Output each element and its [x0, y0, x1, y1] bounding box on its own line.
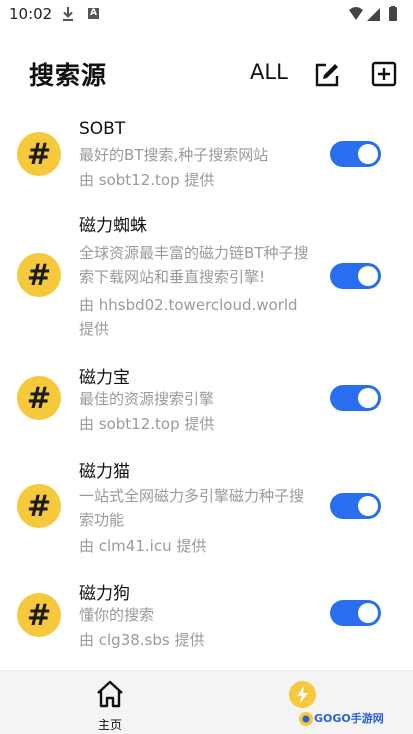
- source-row[interactable]: # 磁力宝 最佳的资源搜索引擎 由 sobt12.top 提供: [0, 360, 413, 440]
- hash-icon: #: [17, 253, 61, 297]
- signal-icon: [367, 8, 380, 21]
- toggle-knob: [358, 266, 378, 286]
- source-toggle[interactable]: [330, 141, 381, 167]
- source-toggle[interactable]: [330, 493, 381, 519]
- source-provider: 由 clg38.sbs 提供: [79, 631, 205, 649]
- source-name: 磁力宝: [79, 368, 130, 388]
- source-provider: 由 sobt12.top 提供: [79, 171, 215, 189]
- home-icon: [97, 680, 123, 708]
- source-toggle[interactable]: [330, 385, 381, 411]
- lightning-icon: [297, 686, 308, 703]
- source-row[interactable]: # 磁力狗 懂你的搜索 由 clg38.sbs 提供: [0, 578, 413, 658]
- all-button[interactable]: ALL: [250, 60, 288, 84]
- source-name: SOBT: [79, 119, 126, 139]
- source-toggle[interactable]: [330, 600, 381, 626]
- status-time: 10:02: [9, 5, 53, 23]
- source-toggle[interactable]: [330, 263, 381, 289]
- app-header: 搜索源 ALL: [0, 50, 413, 98]
- toggle-knob: [358, 496, 378, 516]
- source-desc: 懂你的搜索: [79, 606, 155, 624]
- source-desc: 全球资源最丰富的磁力链BT种子搜索下载网站和垂直搜索引擎!: [79, 244, 309, 286]
- source-desc: 一站式全网磁力多引擎磁力种子搜索功能: [79, 487, 305, 529]
- source-name: 磁力狗: [79, 584, 130, 604]
- hash-icon: #: [17, 376, 61, 420]
- hash-icon: #: [17, 484, 61, 528]
- source-desc: 最好的BT搜索,种子搜索网站: [79, 146, 269, 164]
- a-notification-icon: A: [88, 8, 99, 19]
- wifi-icon: [349, 7, 363, 20]
- nav-lightning-button[interactable]: [289, 681, 316, 708]
- source-row[interactable]: # 磁力猫 一站式全网磁力多引擎磁力种子搜索功能 由 clm41.icu 提供: [0, 456, 413, 560]
- source-provider: 由 sobt12.top 提供: [79, 415, 215, 433]
- add-box-icon[interactable]: [371, 61, 397, 87]
- source-row[interactable]: # 磁力蜘蛛 全球资源最丰富的磁力链BT种子搜索下载网站和垂直搜索引擎! 由 h…: [0, 208, 413, 348]
- bottom-nav: 主页 GOGO手游网: [0, 670, 413, 734]
- source-name: 磁力蜘蛛: [79, 216, 147, 236]
- nav-home[interactable]: 主页: [86, 678, 134, 732]
- battery-icon: [389, 7, 397, 21]
- toggle-knob: [358, 603, 378, 623]
- system-status-icons: [349, 6, 397, 21]
- page-title: 搜索源: [29, 61, 108, 90]
- watermark-circle-icon: [299, 712, 313, 726]
- watermark-text: GOGO手游网: [314, 712, 384, 725]
- toggle-knob: [358, 388, 378, 408]
- edit-icon[interactable]: [314, 62, 340, 88]
- source-provider: 由 hhsbd02.towercloud.world 提供: [79, 296, 298, 338]
- nav-home-label: 主页: [97, 718, 122, 732]
- hash-icon: #: [17, 593, 61, 637]
- source-desc: 最佳的资源搜索引擎: [79, 390, 215, 408]
- download-icon: [63, 7, 73, 21]
- source-row[interactable]: # SOBT 最好的BT搜索,种子搜索网站 由 sobt12.top 提供: [0, 112, 413, 198]
- source-name: 磁力猫: [79, 462, 130, 482]
- toggle-knob: [358, 144, 378, 164]
- watermark-logo: GOGO手游网: [298, 709, 384, 729]
- hash-icon: #: [17, 132, 61, 176]
- source-provider: 由 clm41.icu 提供: [79, 537, 207, 555]
- status-bar: 10:02 A: [0, 0, 413, 28]
